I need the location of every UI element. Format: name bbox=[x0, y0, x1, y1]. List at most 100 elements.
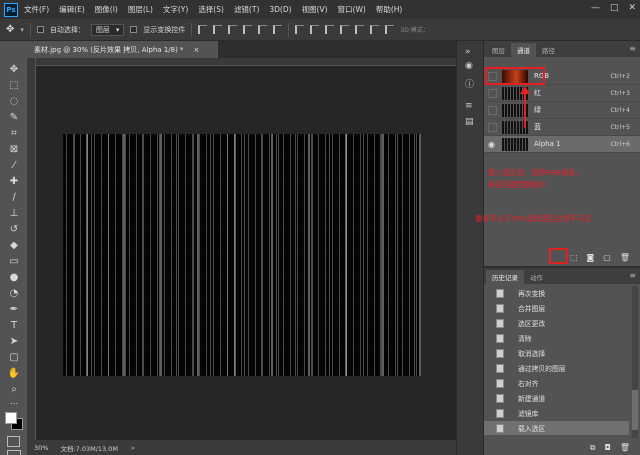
document-image[interactable] bbox=[63, 134, 421, 376]
pen-tool-icon[interactable]: ✒ bbox=[6, 302, 22, 316]
tab-layers[interactable]: 图层 bbox=[486, 43, 511, 57]
history-item[interactable]: 合并图层 bbox=[484, 301, 629, 315]
channel-row-red[interactable]: 红 Ctrl+3 bbox=[484, 85, 640, 102]
history-scrollbar[interactable] bbox=[632, 286, 638, 438]
align-center-icon[interactable] bbox=[258, 25, 268, 34]
visibility-toggle[interactable] bbox=[488, 105, 497, 115]
new-channel-icon[interactable]: ▢ bbox=[603, 253, 611, 262]
new-document-from-state-icon[interactable]: ⧉ bbox=[590, 443, 596, 453]
eraser-tool-icon[interactable]: ◆ bbox=[6, 238, 22, 252]
status-menu-icon[interactable]: > bbox=[130, 444, 135, 452]
close-button[interactable]: ✕ bbox=[628, 3, 636, 13]
tab-close-icon[interactable]: × bbox=[194, 46, 200, 54]
history-item[interactable]: 取消选择 bbox=[484, 346, 629, 360]
scrollbar-thumb[interactable] bbox=[632, 390, 638, 430]
menu-type[interactable]: 文字(Y) bbox=[163, 4, 188, 15]
snapshot-camera-icon[interactable]: ◘ bbox=[605, 443, 611, 452]
align-left-icon[interactable] bbox=[243, 25, 253, 34]
history-item[interactable]: 清除 bbox=[484, 331, 629, 345]
channel-row-green[interactable]: 绿 Ctrl+4 bbox=[484, 102, 640, 119]
channel-row-blue[interactable]: 蓝 Ctrl+5 bbox=[484, 119, 640, 136]
menu-edit[interactable]: 编辑(E) bbox=[59, 4, 85, 15]
distribute-middle-icon[interactable] bbox=[310, 25, 320, 34]
tab-paths[interactable]: 路径 bbox=[536, 43, 561, 57]
maximize-button[interactable]: □ bbox=[610, 3, 619, 13]
distribute-bottom-icon[interactable] bbox=[325, 25, 335, 34]
move-tool-icon[interactable]: ✥ bbox=[6, 24, 14, 35]
minimize-button[interactable]: — bbox=[591, 3, 600, 13]
history-item[interactable]: 右对齐 bbox=[484, 376, 629, 390]
history-panel-icon[interactable]: ◉ bbox=[465, 61, 476, 72]
type-tool-icon[interactable]: T bbox=[6, 318, 22, 332]
menu-view[interactable]: 视图(V) bbox=[302, 4, 328, 15]
show-transform-checkbox[interactable] bbox=[130, 26, 138, 33]
auto-select-dropdown[interactable]: 图层 ▾ bbox=[90, 23, 125, 36]
screen-mode-icon[interactable] bbox=[7, 450, 21, 455]
load-selection-icon[interactable]: ⬚ bbox=[570, 253, 578, 262]
frame-tool-icon[interactable]: ⊠ bbox=[6, 142, 22, 156]
crop-tool-icon[interactable]: ⌗ bbox=[6, 126, 22, 140]
save-selection-icon[interactable]: ◙ bbox=[587, 253, 595, 262]
adjustments-panel-icon[interactable]: ▤ bbox=[465, 117, 476, 128]
tab-actions[interactable]: 动作 bbox=[524, 270, 549, 284]
document-tab[interactable]: 素材.jpg @ 30% (反片效果 拷贝, Alpha 1/8) * × bbox=[28, 41, 218, 58]
zoom-tool-icon[interactable]: ⌕ bbox=[6, 382, 22, 396]
gradient-tool-icon[interactable]: ▭ bbox=[6, 254, 22, 268]
visibility-toggle[interactable] bbox=[488, 88, 497, 98]
menu-file[interactable]: 文件(F) bbox=[24, 4, 49, 15]
path-select-tool-icon[interactable]: ➤ bbox=[6, 334, 22, 348]
lasso-tool-icon[interactable]: ◌ bbox=[6, 94, 22, 108]
brush-tool-icon[interactable]: ∕ bbox=[6, 190, 22, 204]
panel-menu-icon[interactable]: ≡ bbox=[629, 271, 636, 280]
menu-window[interactable]: 窗口(W) bbox=[338, 4, 366, 15]
history-item[interactable]: 滤镜库 bbox=[484, 406, 629, 420]
auto-select-checkbox[interactable] bbox=[36, 26, 44, 33]
align-right-icon[interactable] bbox=[273, 25, 283, 34]
properties-panel-icon[interactable]: ≡ bbox=[465, 101, 476, 112]
history-item[interactable]: 通过拷贝的图层 bbox=[484, 361, 629, 375]
delete-state-icon[interactable]: 🗑 bbox=[620, 443, 630, 452]
visibility-toggle[interactable] bbox=[488, 122, 497, 132]
align-top-icon[interactable] bbox=[198, 25, 208, 34]
distribute-right-icon[interactable] bbox=[370, 25, 380, 34]
tab-history[interactable]: 历史记录 bbox=[486, 270, 524, 284]
zoom-level[interactable]: 30% bbox=[34, 444, 48, 452]
history-item[interactable]: 选区更改 bbox=[484, 316, 629, 330]
quick-mask-icon[interactable] bbox=[7, 436, 20, 447]
delete-channel-icon[interactable]: 🗑 bbox=[620, 253, 630, 262]
history-brush-icon[interactable]: ↺ bbox=[6, 222, 22, 236]
auto-align-icon[interactable] bbox=[385, 25, 395, 34]
hand-tool-icon[interactable]: ✋ bbox=[6, 366, 22, 380]
menu-select[interactable]: 选择(S) bbox=[198, 4, 224, 15]
rectangle-tool-icon[interactable]: ▢ bbox=[6, 350, 22, 364]
move-tool-icon[interactable]: ✥ bbox=[6, 62, 22, 76]
menu-filter[interactable]: 滤镜(T) bbox=[234, 4, 259, 15]
align-middle-icon[interactable] bbox=[213, 25, 223, 34]
distribute-left-icon[interactable] bbox=[340, 25, 350, 34]
menu-help[interactable]: 帮助(H) bbox=[376, 4, 403, 15]
dropdown-icon[interactable]: ▾ bbox=[20, 26, 24, 34]
history-item[interactable]: 新建通道 bbox=[484, 391, 629, 405]
menu-3d[interactable]: 3D(D) bbox=[269, 5, 291, 14]
channel-row-alpha1[interactable]: ◉ Alpha 1 Ctrl+6 bbox=[484, 136, 640, 153]
blur-tool-icon[interactable]: ● bbox=[6, 270, 22, 284]
eye-icon[interactable]: ◉ bbox=[488, 140, 497, 149]
distribute-center-icon[interactable] bbox=[355, 25, 365, 34]
quick-select-tool-icon[interactable]: ✎ bbox=[6, 110, 22, 124]
more-tools-icon[interactable]: ⋯ bbox=[6, 396, 22, 410]
history-item-selected[interactable]: 载入选区 bbox=[484, 421, 629, 435]
foreground-color-swatch[interactable] bbox=[5, 412, 17, 424]
menu-image[interactable]: 图像(I) bbox=[95, 4, 118, 15]
eyedropper-tool-icon[interactable]: ⁄ bbox=[6, 158, 22, 172]
dodge-tool-icon[interactable]: ◔ bbox=[6, 286, 22, 300]
history-item[interactable]: 再次变换 bbox=[484, 286, 629, 300]
menu-layer[interactable]: 图层(L) bbox=[128, 4, 153, 15]
tab-channels[interactable]: 通道 bbox=[511, 43, 536, 57]
info-panel-icon[interactable]: ⓘ bbox=[465, 77, 476, 90]
healing-brush-icon[interactable]: ✚ bbox=[6, 174, 22, 188]
panel-menu-icon[interactable]: ≡ bbox=[629, 44, 636, 53]
clone-stamp-icon[interactable]: ⊥ bbox=[6, 206, 22, 220]
marquee-tool-icon[interactable]: ⬚ bbox=[6, 78, 22, 92]
align-bottom-icon[interactable] bbox=[228, 25, 238, 34]
distribute-top-icon[interactable] bbox=[295, 25, 305, 34]
